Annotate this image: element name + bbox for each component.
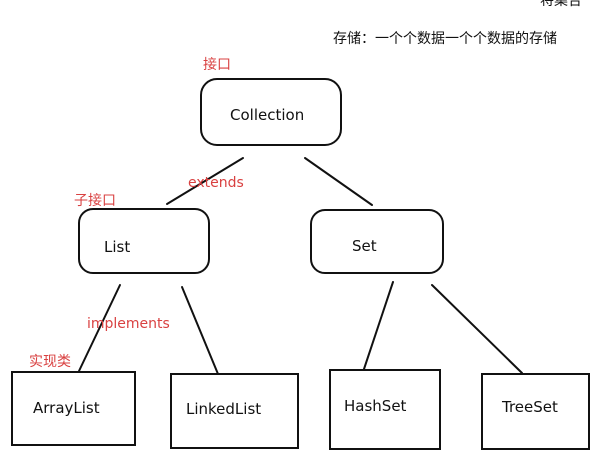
corner-text: 将集合 bbox=[540, 0, 582, 9]
linkedlist-label: LinkedList bbox=[186, 400, 262, 418]
list-label: List bbox=[104, 238, 131, 256]
hierarchy-diagram bbox=[11, 78, 590, 450]
storage-note: 存储：一个个数据一个个数据的存储 bbox=[333, 31, 557, 47]
treeset-label: TreeSet bbox=[502, 398, 558, 416]
arraylist-label: ArrayList bbox=[33, 399, 100, 417]
impl-class-annotation: 实现类 bbox=[29, 354, 71, 370]
extends-annotation: extends bbox=[188, 175, 244, 191]
edge-set-hashset bbox=[363, 281, 394, 370]
sub-interface-annotation: 子接口 bbox=[74, 193, 116, 209]
set-box bbox=[310, 209, 444, 274]
set-label: Set bbox=[352, 237, 377, 255]
hashset-label: HashSet bbox=[344, 397, 407, 415]
edge-set-treeset bbox=[431, 284, 523, 374]
edge-collection-set bbox=[304, 157, 373, 206]
diagram-canvas: 将集合 存储：一个个数据一个个数据的存储 Collection List Set… bbox=[0, 0, 592, 458]
list-box bbox=[78, 208, 210, 274]
implements-annotation: implements bbox=[87, 316, 170, 332]
interface-annotation: 接口 bbox=[203, 57, 231, 73]
edge-list-linkedlist bbox=[181, 286, 219, 375]
collection-label: Collection bbox=[230, 106, 305, 124]
